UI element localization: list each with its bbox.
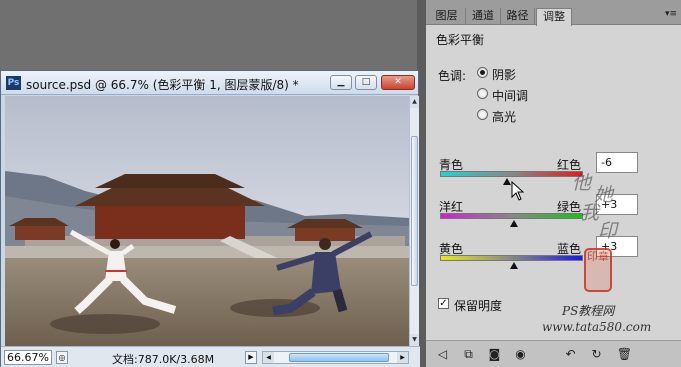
clip-to-layer-icon[interactable]: ◙ xyxy=(486,346,503,363)
tab-paths[interactable]: 路径 xyxy=(501,8,535,25)
document-titlebar[interactable]: Ps source.psd @ 66.7% (色彩平衡 1, 图层蒙版/8) *… xyxy=(1,71,418,95)
watermark: 他 她 我 印 印章 PS教程网 www.tata580.com xyxy=(542,160,674,340)
photoshop-icon: Ps xyxy=(6,76,21,90)
horizontal-scroll-thumb[interactable] xyxy=(289,353,389,362)
close-button[interactable]: ✕ xyxy=(381,75,415,90)
radio-highlights-label: 高光 xyxy=(492,110,517,124)
maximize-button[interactable]: □ xyxy=(355,75,377,90)
slider-thumb[interactable] xyxy=(503,178,512,185)
back-arrow-icon[interactable]: ◁ xyxy=(434,346,451,363)
status-menu-icon[interactable]: ◎ xyxy=(56,351,68,364)
tone-label: 色调: xyxy=(438,69,467,83)
watermark-caption: PS教程网 xyxy=(562,304,615,318)
minimize-button[interactable]: ▁ xyxy=(330,75,352,90)
panel-bottom-toolbar: ◁ ⧉ ◙ ◉ ↶ ↻ 🗑 xyxy=(426,340,681,367)
checkbox-icon[interactable]: ✓ xyxy=(438,298,449,309)
radio-button-icon[interactable] xyxy=(477,109,488,120)
slider-thumb[interactable] xyxy=(509,262,518,269)
status-bar: 66.67% ◎ 文档:787.0K/3.68M ▶ ◀ ▶ xyxy=(1,346,420,367)
slider-thumb[interactable] xyxy=(509,220,518,227)
radio-shadows-label: 阴影 xyxy=(492,68,517,82)
image-canvas[interactable] xyxy=(5,96,409,346)
visibility-eye-icon[interactable]: ◉ xyxy=(512,346,529,363)
watermark-char: 我 xyxy=(580,202,600,224)
photo-forbidden-city-kungfu xyxy=(5,96,409,346)
view-previous-state-icon[interactable]: ↶ xyxy=(562,346,579,363)
radio-midtones-label: 中间调 xyxy=(492,89,529,103)
radio-button-icon[interactable] xyxy=(477,88,488,99)
seal-stamp-icon: 印章 xyxy=(584,248,612,292)
radio-button-icon[interactable] xyxy=(477,67,488,78)
status-expand-arrow-icon[interactable]: ▶ xyxy=(245,351,257,364)
preserve-luminosity-label: 保留明度 xyxy=(454,299,503,313)
document-size-readout: 文档:787.0K/3.68M xyxy=(112,353,215,366)
panel-tab-bar: 图层 通道 路径 调整 ▾≡ xyxy=(426,0,681,26)
watermark-char: 他 xyxy=(572,172,592,194)
tab-layers[interactable]: 图层 xyxy=(428,8,466,25)
trash-icon[interactable]: 🗑 xyxy=(616,346,633,363)
scroll-right-arrow-icon[interactable]: ▶ xyxy=(397,352,408,363)
scroll-up-arrow-icon[interactable]: ▲ xyxy=(410,96,419,108)
watermark-char: 印 xyxy=(598,220,618,242)
panel-menu-icon[interactable]: ▾≡ xyxy=(665,9,677,19)
panel-title: 色彩平衡 xyxy=(436,33,485,47)
document-window[interactable]: Ps source.psd @ 66.7% (色彩平衡 1, 图层蒙版/8) *… xyxy=(0,70,420,367)
expand-view-icon[interactable]: ⧉ xyxy=(460,346,477,363)
reset-icon[interactable]: ↻ xyxy=(588,346,605,363)
horizontal-scrollbar[interactable]: ◀ ▶ xyxy=(262,351,409,364)
vertical-scroll-thumb[interactable] xyxy=(411,136,418,286)
scroll-down-arrow-icon[interactable]: ▼ xyxy=(410,334,419,346)
watermark-url: www.tata580.com xyxy=(542,320,652,334)
tab-adjustments[interactable]: 调整 xyxy=(536,8,572,26)
scroll-left-arrow-icon[interactable]: ◀ xyxy=(263,352,274,363)
tab-channels[interactable]: 通道 xyxy=(466,8,501,25)
vertical-scrollbar[interactable]: ▲ ▼ xyxy=(409,96,419,346)
document-title: source.psd @ 66.7% (色彩平衡 1, 图层蒙版/8) * xyxy=(26,78,299,92)
zoom-input[interactable]: 66.67% xyxy=(4,350,52,365)
mouse-cursor-icon xyxy=(511,181,525,201)
